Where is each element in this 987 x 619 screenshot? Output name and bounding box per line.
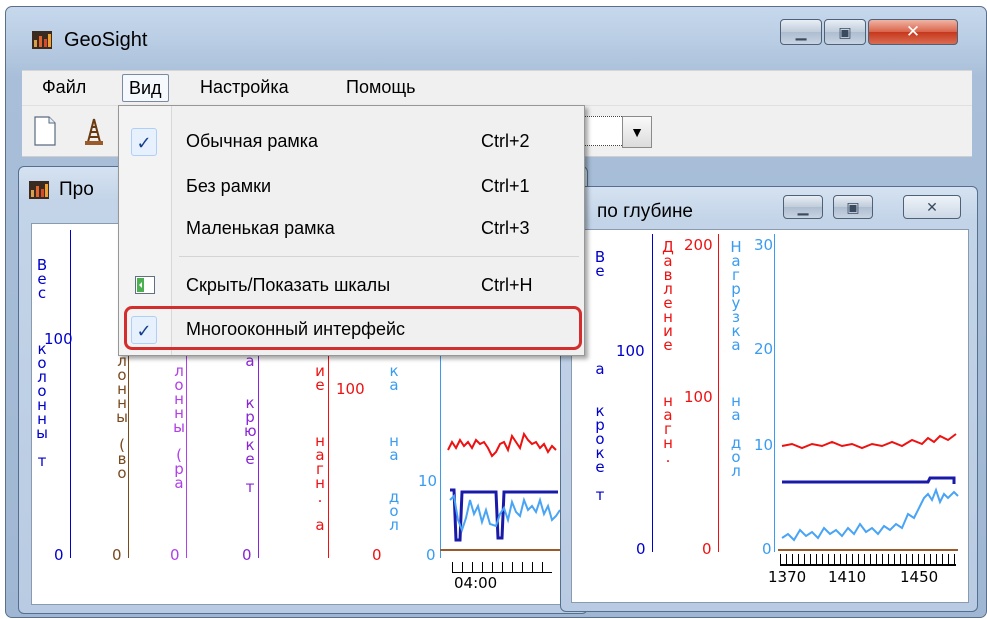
maximize-button[interactable]: ▣ [824, 19, 866, 45]
depth-tick-label: 1370 [768, 568, 807, 586]
tick-label: 100 [44, 330, 73, 348]
check-icon: ✓ [131, 128, 157, 156]
menu-item-label: Скрыть/Показать шкалы [186, 275, 391, 295]
menu-item-label: Без рамки [186, 176, 272, 196]
tick-label: 0 [242, 546, 252, 564]
menu-item-no-frame[interactable]: Без рамки Ctrl+1 [119, 167, 584, 207]
menu-item-shortcut: Ctrl+1 [481, 176, 530, 196]
time-axis-label: 04:00 [454, 574, 498, 592]
new-document-icon[interactable] [34, 116, 56, 146]
minimize-button[interactable]: ▁ [780, 19, 822, 45]
chevron-down-icon: ▼ [630, 124, 644, 140]
child-window-icon [29, 181, 49, 199]
window-title: GeoSight [64, 29, 148, 51]
toolbar-combo-dropdown[interactable]: ▼ [622, 116, 652, 148]
toolbar-combo-field[interactable] [582, 116, 624, 146]
title-bar[interactable]: GeoSight ▁ ▣ ✕ [6, 7, 986, 77]
derrick-icon[interactable] [82, 118, 106, 146]
scales-icon [135, 276, 155, 294]
right-window-title: по глубине [597, 201, 694, 222]
menu-item-label: Маленькая рамка [186, 218, 335, 238]
close-icon: ✕ [905, 22, 921, 41]
child-maximize-button[interactable]: ▣ [833, 195, 873, 219]
highlight-annotation [124, 306, 582, 350]
minimize-icon: ▁ [795, 23, 807, 40]
menu-item-shortcut: Ctrl+2 [481, 131, 530, 151]
maximize-icon: ▣ [846, 198, 860, 215]
tick-label: 100 [684, 388, 713, 406]
menu-bar: Файл Вид Настройка Помощь [22, 70, 972, 105]
right-child-window: по глубине ▁ ▣ ✕ 100 0 Веакрокет 200 100… [560, 186, 978, 612]
tick-label: 0 [426, 546, 436, 564]
tick-label: 100 [336, 380, 365, 398]
tick-label: 30 [754, 236, 774, 254]
menu-help[interactable]: Помощь [340, 74, 422, 100]
tick-label: 0 [170, 546, 180, 564]
minimize-icon: ▁ [797, 198, 809, 215]
tick-label: 10 [754, 436, 774, 454]
time-axis [452, 562, 552, 573]
menu-item-small-frame[interactable]: Маленькая рамка Ctrl+3 [119, 209, 584, 249]
menu-item-normal-frame[interactable]: ✓ Обычная рамка Ctrl+2 [119, 122, 584, 162]
tick-label: 20 [754, 340, 774, 358]
close-icon: ✕ [926, 198, 938, 215]
right-plot-area: 100 0 Веакрокет 200 100 0 Давлениенагн. … [571, 229, 969, 603]
menu-item-toggle-scales[interactable]: Скрыть/Показать шкалы Ctrl+H [119, 266, 584, 306]
menu-item-shortcut: Ctrl+H [481, 275, 533, 295]
depth-axis [780, 554, 956, 566]
depth-tick-label: 1410 [828, 568, 867, 586]
right-chart-traces [778, 433, 959, 551]
tick-label: 0 [702, 540, 712, 558]
tick-label: 0 [112, 546, 122, 564]
menu-file[interactable]: Файл [36, 74, 92, 100]
tick-label: 200 [684, 236, 713, 254]
tick-label: 10 [418, 472, 438, 490]
menu-view[interactable]: Вид [122, 74, 169, 102]
tick-label: 100 [616, 342, 645, 360]
tick-label: 0 [54, 546, 64, 564]
menu-settings[interactable]: Настройка [194, 74, 295, 100]
menu-item-label: Обычная рамка [186, 131, 319, 151]
tick-label: 0 [762, 540, 772, 558]
child-close-button[interactable]: ✕ [903, 195, 961, 219]
app-logo-icon [32, 31, 52, 49]
depth-tick-label: 1450 [900, 568, 939, 586]
menu-item-shortcut: Ctrl+3 [481, 218, 530, 238]
maximize-icon: ▣ [838, 23, 852, 40]
left-window-title: Про [59, 179, 94, 200]
menu-separator [179, 256, 579, 257]
close-button[interactable]: ✕ [868, 19, 958, 45]
tick-label: 0 [372, 546, 382, 564]
tick-label: 0 [636, 540, 646, 558]
child-minimize-button[interactable]: ▁ [783, 195, 823, 219]
